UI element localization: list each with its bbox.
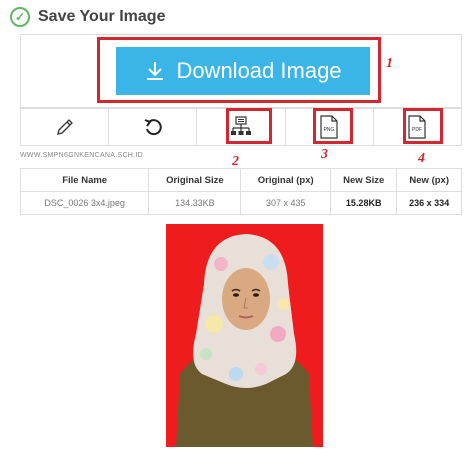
undo-icon [144, 119, 162, 136]
highlight-box-4 [403, 108, 443, 144]
page-header: ✓ Save Your Image [10, 4, 165, 30]
download-icon [147, 62, 164, 80]
pencil-icon [56, 119, 73, 135]
page-title: Save Your Image [38, 8, 166, 25]
highlight-box-2 [226, 108, 272, 144]
annotation-1: 1 [386, 56, 393, 71]
col-file-name: File Name [19, 168, 150, 192]
result-photo [166, 224, 323, 447]
annotation-3: 3 [321, 147, 328, 162]
col-new-size: New Size [330, 168, 398, 192]
table-header-row: File Name Original Size Original (px) Ne… [19, 168, 462, 192]
cell-original-size: 134.33KB [148, 191, 242, 215]
col-original-px: Original (px) [240, 168, 332, 192]
image-info-table: File Name Original Size Original (px) Ne… [19, 168, 462, 215]
annotation-4: 4 [418, 151, 425, 166]
cell-new-size: 15.28KB [330, 191, 398, 215]
check-circle-icon: ✓ [10, 7, 30, 27]
undo-button[interactable] [109, 109, 198, 145]
highlight-box-3 [313, 108, 353, 144]
download-label: Download Image [176, 58, 342, 83]
cell-original-px: 307 x 435 [240, 191, 332, 215]
col-new-px: New (px) [396, 168, 462, 192]
cell-new-px: 236 x 334 [396, 191, 462, 215]
download-image-button[interactable]: Download Image [116, 47, 370, 95]
watermark: WWW.SMPN6GNKENCANA.SCH.ID [20, 152, 144, 159]
table-row: DSC_0026 3x4.jpeg 134.33KB 307 x 435 15.… [19, 191, 462, 215]
col-original-size: Original Size [148, 168, 242, 192]
edit-button[interactable] [21, 109, 110, 145]
portrait-image [166, 224, 323, 447]
cell-file-name: DSC_0026 3x4.jpeg [19, 191, 150, 215]
